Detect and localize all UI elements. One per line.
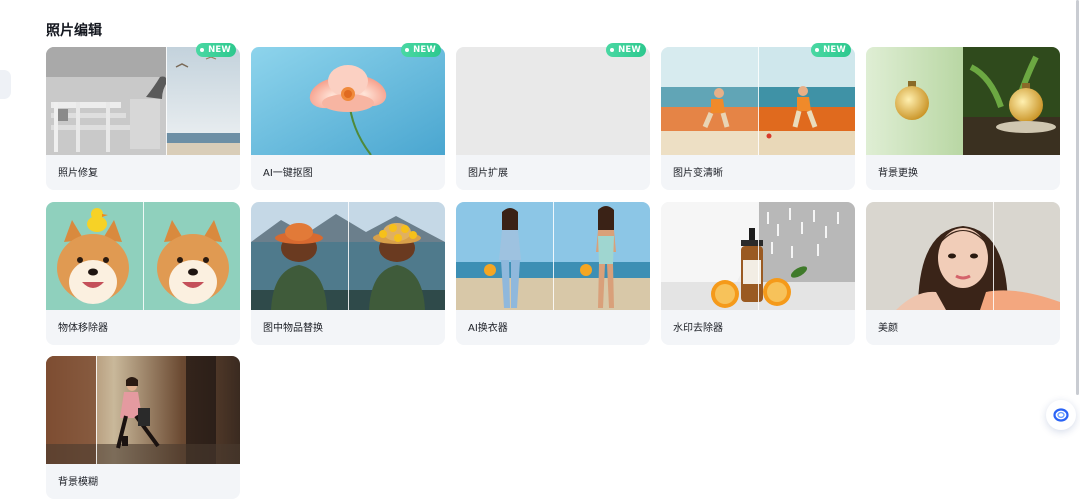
background-blur-thumbnail (46, 356, 240, 464)
new-badge: NEW (401, 43, 441, 57)
tool-card-label: 图中物品替换 (263, 323, 323, 334)
photo-repair-thumbnail (46, 47, 240, 155)
tool-card-beauty[interactable]: 美颜 (866, 202, 1060, 345)
tool-card-label: 图片变清晰 (673, 168, 723, 179)
tool-card-object-remover[interactable]: 物体移除器 (46, 202, 240, 345)
tool-card-ai-outfit[interactable]: AI换衣器 (456, 202, 650, 345)
tool-card-ai-cutout[interactable]: AI一键抠图 NEW (251, 43, 445, 190)
scrollbar-thumb[interactable] (1076, 0, 1079, 395)
tool-card-label: AI换衣器 (468, 323, 508, 334)
tool-card-watermark-remover[interactable]: 水印去除器 (661, 202, 855, 345)
background-replace-thumbnail (866, 47, 1060, 155)
tool-card-label: 美颜 (878, 323, 898, 334)
tool-card-label: AI一键抠图 (263, 168, 313, 179)
tool-card-image-sharpen[interactable]: 图片变清晰 NEW (661, 43, 855, 190)
tool-card-background-blur[interactable]: 背景模糊 (46, 356, 240, 499)
image-expand-thumbnail (456, 47, 650, 155)
tool-card-image-expand[interactable]: 图片扩展 NEW (456, 43, 650, 190)
ai-outfit-thumbnail (456, 202, 650, 310)
new-badge: NEW (606, 43, 646, 57)
object-replace-thumbnail (251, 202, 445, 310)
tool-card-label: 水印去除器 (673, 323, 723, 334)
tool-card-label: 图片扩展 (468, 168, 508, 179)
tool-card-photo-repair[interactable]: 照片修复 NEW (46, 43, 240, 190)
tool-card-background-replace[interactable]: 背景更换 (866, 47, 1060, 190)
new-badge: NEW (196, 43, 236, 57)
ai-cutout-thumbnail (251, 47, 445, 155)
tool-card-label: 照片修复 (58, 168, 98, 179)
assistant-ring-icon (1053, 407, 1069, 423)
collapsed-sidebar-tab[interactable] (0, 70, 11, 99)
watermark-remover-thumbnail (661, 202, 855, 310)
scrollbar[interactable] (1074, 0, 1080, 400)
tool-card-label: 背景更换 (878, 168, 918, 179)
floating-assistant-button[interactable] (1046, 400, 1076, 430)
section-title: 照片编辑 (46, 23, 102, 39)
image-sharpen-thumbnail (661, 47, 855, 155)
tool-card-label: 背景模糊 (58, 477, 98, 488)
tool-card-label: 物体移除器 (58, 323, 108, 334)
new-badge: NEW (811, 43, 851, 57)
beauty-thumbnail (866, 202, 1060, 310)
tool-card-object-replace[interactable]: 图中物品替换 (251, 202, 445, 345)
object-remover-thumbnail (46, 202, 240, 310)
